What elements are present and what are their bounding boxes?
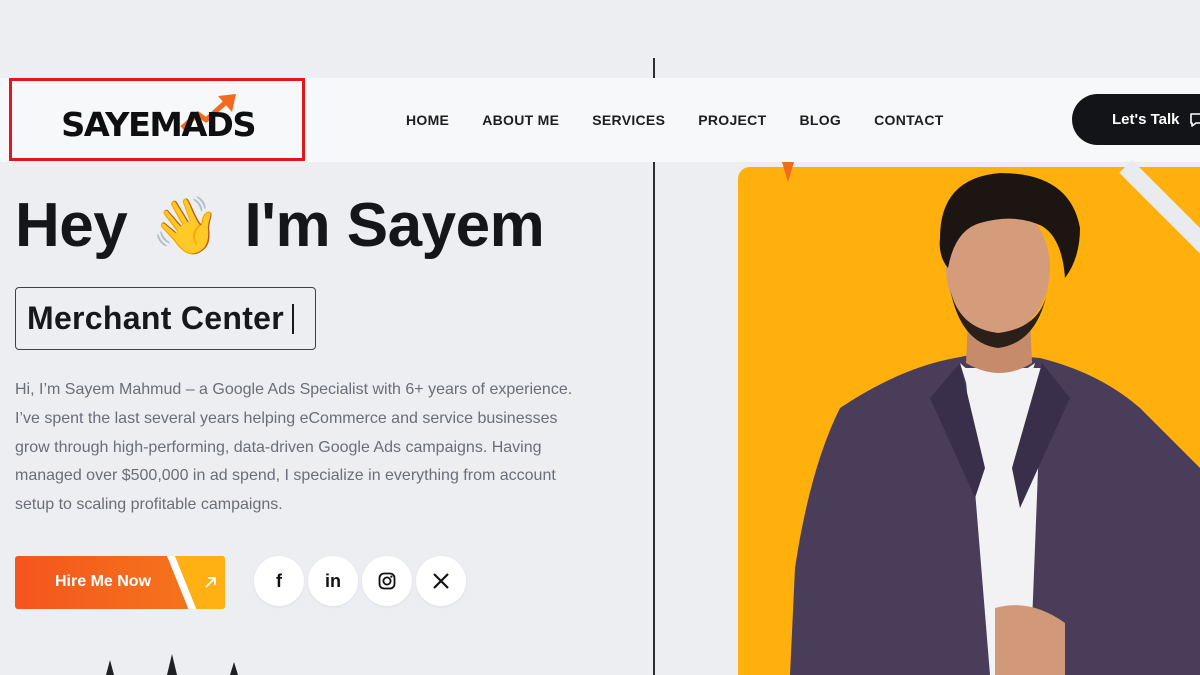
typing-cursor — [292, 303, 294, 334]
hero-heading: Hey 👋 I'm Sayem — [15, 190, 545, 261]
arrow-up-right-icon — [205, 577, 216, 588]
nav-project[interactable]: PROJECT — [698, 112, 766, 128]
logo-highlight-box — [9, 78, 305, 161]
typed-text-box: Merchant Center — [15, 287, 316, 350]
linkedin-icon: in — [325, 570, 341, 591]
profile-photo — [790, 173, 1200, 675]
nav-contact[interactable]: CONTACT — [874, 112, 944, 128]
hero-greeting-pre: Hey — [15, 191, 128, 260]
facebook-button[interactable]: f — [254, 556, 304, 606]
typed-text: Merchant Center — [27, 300, 284, 336]
nav-services[interactable]: SERVICES — [592, 112, 665, 128]
chat-bubble-icon — [1190, 112, 1200, 127]
linkedin-button[interactable]: in — [308, 556, 358, 606]
lets-talk-button[interactable]: Let's Talk — [1072, 94, 1200, 145]
waving-hand-icon: 👋 — [151, 193, 221, 257]
x-button[interactable] — [416, 556, 466, 606]
lets-talk-label: Let's Talk — [1112, 111, 1180, 128]
decorative-spikes — [106, 654, 238, 675]
instagram-button[interactable] — [362, 556, 412, 606]
nav-blog[interactable]: BLOG — [799, 112, 841, 128]
nav-home[interactable]: HOME — [406, 112, 449, 128]
social-links: f in — [254, 556, 470, 606]
instagram-icon — [378, 572, 396, 590]
nav-about-me[interactable]: ABOUT ME — [482, 112, 559, 128]
x-icon — [433, 573, 449, 589]
hire-me-label: Hire Me Now — [55, 573, 152, 590]
hero-greeting-name: I'm Sayem — [244, 191, 545, 260]
main-nav: HOME ABOUT ME SERVICES PROJECT BLOG CONT… — [406, 112, 977, 128]
hero-description: Hi, I’m Sayem Mahmud – a Google Ads Spec… — [15, 381, 573, 514]
hire-me-button[interactable]: Hire Me Now — [15, 556, 225, 609]
facebook-icon: f — [276, 570, 282, 591]
